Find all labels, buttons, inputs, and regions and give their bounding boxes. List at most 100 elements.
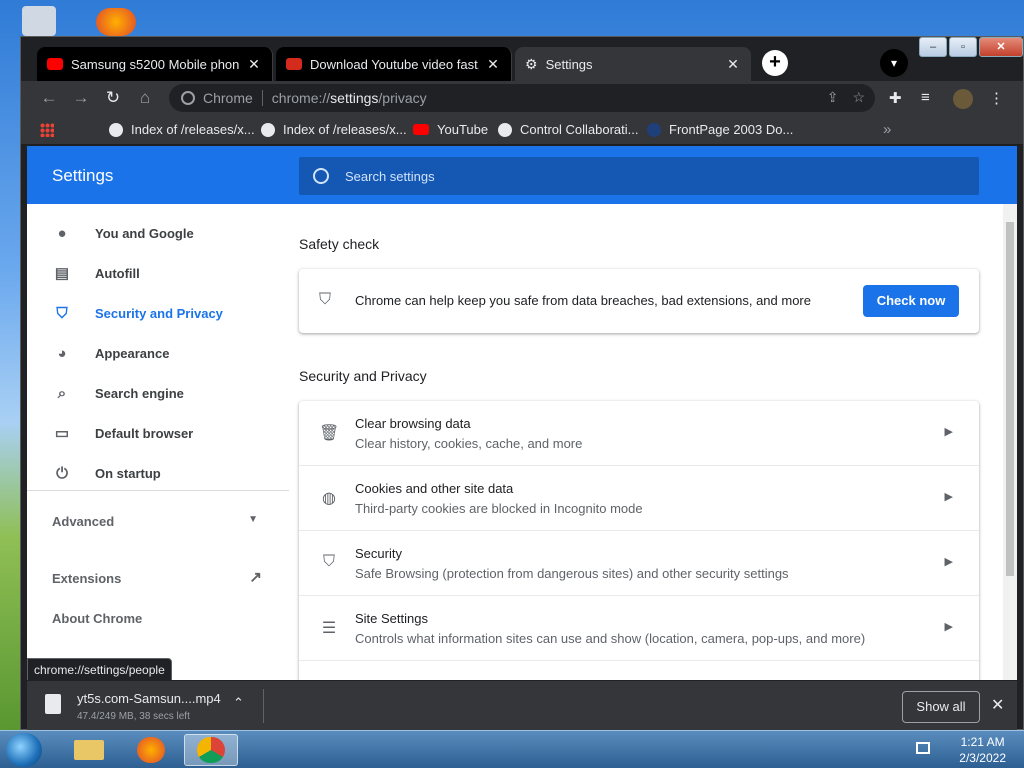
browser-window-icon: ▭: [54, 425, 70, 442]
share-icon[interactable]: ⇪: [827, 89, 839, 106]
chevron-right-icon: ▶: [944, 556, 953, 568]
row-title: Security: [355, 546, 402, 561]
taskbar-clock[interactable]: 1:21 AM 2/3/2022: [959, 734, 1006, 766]
youtube-icon: [413, 124, 429, 135]
close-download-shelf-icon[interactable]: ✕: [991, 695, 1004, 715]
tab-search-button[interactable]: ▾: [880, 49, 908, 77]
sidebar-item-on-startup[interactable]: ⏻ On startup: [27, 453, 287, 493]
download-filename[interactable]: yt5s.com-Samsun....mp4: [77, 691, 221, 706]
reload-button[interactable]: ↻: [103, 88, 123, 108]
show-all-button[interactable]: Show all: [902, 691, 980, 723]
chevron-up-icon[interactable]: ⌃: [233, 695, 244, 711]
security-row[interactable]: ⛉ Security Safe Browsing (protection fro…: [299, 531, 979, 596]
tab-samsung[interactable]: Samsung s5200 Mobile phone m ✕: [37, 47, 273, 81]
home-button[interactable]: ⌂: [135, 88, 155, 108]
network-tray-icon[interactable]: [916, 742, 930, 754]
explorer-taskbar-icon[interactable]: [62, 734, 116, 766]
sidebar-item-search-engine[interactable]: ⌕ Search engine: [27, 373, 287, 413]
safety-check-heading: Safety check: [299, 236, 380, 252]
sidebar-about-chrome[interactable]: About Chrome: [52, 611, 142, 626]
cookies-row[interactable]: ◍ Cookies and other site data Third-part…: [299, 466, 979, 531]
sidebar-item-label: You and Google: [95, 225, 194, 241]
bookmark-item[interactable]: YouTube: [413, 122, 488, 137]
menu-kebab-icon[interactable]: ⋮: [989, 89, 1004, 107]
sidebar-item-default-browser[interactable]: ▭ Default browser: [27, 413, 287, 453]
power-icon: ⏻: [56, 464, 68, 482]
chevron-right-icon: ▶: [944, 491, 953, 503]
windows-taskbar: 1:21 AM 2/3/2022: [0, 730, 1024, 768]
firefox-taskbar-icon[interactable]: [124, 734, 178, 766]
sidebar-advanced[interactable]: Advanced ▼: [52, 514, 258, 529]
clock-time: 1:21 AM: [960, 735, 1005, 749]
tab-download-youtube[interactable]: Download Youtube video fast, cc ✕: [276, 47, 512, 81]
sidebar-item-label: Default browser: [95, 425, 194, 441]
site-settings-row[interactable]: ☰ Site Settings Controls what informatio…: [299, 596, 979, 661]
sidebar-item-appearance[interactable]: ◕ Appearance: [27, 333, 287, 373]
trash-icon: 🗑: [319, 425, 340, 442]
bookmark-item[interactable]: Control Collaborati...: [498, 122, 639, 137]
shield-icon: ⛉: [56, 304, 68, 322]
new-tab-button[interactable]: +: [762, 50, 788, 76]
sidebar-item-label: Autofill: [95, 265, 140, 281]
chrome-site-icon: [181, 91, 195, 105]
row-title: Site Settings: [355, 611, 428, 626]
extensions-label: Extensions: [52, 571, 122, 586]
bookmark-label: YouTube: [437, 122, 489, 137]
bookmark-label: Control Collaborati...: [520, 122, 639, 137]
check-now-button[interactable]: Check now: [863, 285, 959, 317]
sidebar-extensions[interactable]: Extensions ↗: [52, 569, 262, 586]
bookmark-item[interactable]: FrontPage 2003 Do...: [647, 122, 793, 137]
close-tab-icon[interactable]: ✕: [246, 56, 262, 73]
sidebar-item-autofill[interactable]: ▤ Autofill: [27, 253, 287, 293]
cookie-icon: ◍: [322, 490, 336, 507]
advanced-label: Advanced: [52, 514, 115, 529]
recycle-bin-icon[interactable]: [22, 6, 56, 36]
security-privacy-heading: Security and Privacy: [299, 368, 427, 384]
sidebar-item-label: On startup: [95, 465, 161, 481]
start-button[interactable]: [6, 733, 42, 767]
about-label: About Chrome: [52, 611, 143, 626]
search-icon: ⌕: [57, 384, 67, 402]
gear-icon: ⚙: [525, 55, 538, 72]
chrome-taskbar-icon[interactable]: [184, 734, 238, 766]
address-bar[interactable]: Chrome chrome://settings/privacy ⇪ ☆: [169, 84, 875, 112]
more-bookmarks-icon[interactable]: »: [883, 121, 891, 138]
tab-settings[interactable]: ⚙ Settings ✕: [515, 47, 751, 81]
settings-page: Settings Search settings ● You and Google…: [27, 146, 1017, 680]
minimize-button[interactable]: –: [919, 37, 947, 57]
clear-browsing-data-row[interactable]: 🗑 Clear browsing data Clear history, coo…: [299, 401, 979, 466]
download-separator: [263, 689, 264, 723]
extensions-puzzle-icon[interactable]: ✚: [889, 89, 902, 107]
omnibox-separator: [261, 90, 263, 106]
download-site-icon: [286, 58, 302, 70]
row-subtitle: Safe Browsing (protection from dangerous…: [355, 566, 789, 581]
close-tab-icon[interactable]: ✕: [485, 56, 501, 73]
maximize-button[interactable]: ▫: [949, 37, 977, 57]
person-icon: ●: [57, 224, 67, 242]
back-button[interactable]: ←: [39, 88, 59, 108]
reading-list-icon[interactable]: ≡: [921, 89, 930, 106]
profile-avatar[interactable]: [953, 89, 973, 109]
scrollbar-thumb[interactable]: [1006, 222, 1014, 576]
apps-grid-icon[interactable]: [40, 123, 54, 137]
file-icon: [45, 694, 61, 714]
forward-button[interactable]: →: [71, 88, 91, 108]
sidebar-item-you-and-google[interactable]: ● You and Google: [27, 213, 287, 253]
close-tab-icon[interactable]: ✕: [725, 56, 741, 73]
search-settings-input[interactable]: Search settings: [299, 157, 979, 195]
browser-toolbar: ← → ↻ ⌂ Chrome chrome://settings/privacy…: [21, 81, 1023, 115]
shield-icon: ⛉: [322, 553, 335, 570]
youtube-icon: [47, 58, 63, 70]
bookmark-item[interactable]: Index of /releases/x...: [109, 122, 255, 137]
safety-check-card: ⛉ Chrome can help keep you safe from dat…: [299, 269, 979, 333]
bookmark-item[interactable]: Index of /releases/x...: [261, 122, 407, 137]
tab-strip: Samsung s5200 Mobile phone m ✕ Download …: [21, 37, 1023, 81]
bookmark-label: Index of /releases/x...: [283, 122, 407, 137]
bookmark-star-icon[interactable]: ☆: [852, 89, 865, 106]
sidebar-item-label: Search engine: [95, 385, 184, 401]
settings-scrollbar[interactable]: [1003, 204, 1017, 680]
firefox-desktop-icon[interactable]: [96, 8, 136, 36]
window-close-button[interactable]: ✕: [979, 37, 1023, 57]
external-link-icon: ↗: [249, 569, 262, 586]
sidebar-item-security-and-privacy[interactable]: ⛉ Security and Privacy: [27, 293, 287, 333]
